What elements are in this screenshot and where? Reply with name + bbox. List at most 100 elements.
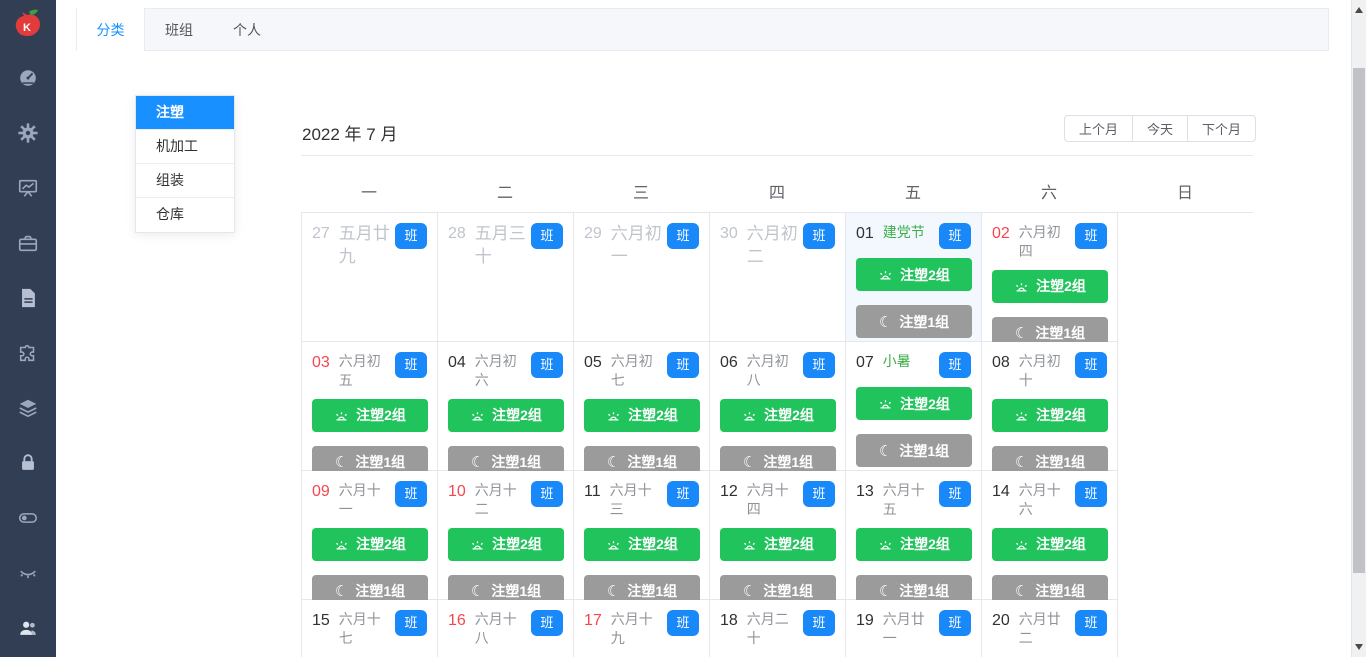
- shift-badge[interactable]: 班: [939, 610, 971, 636]
- day-shift-button[interactable]: 注塑2组: [312, 527, 428, 561]
- eye-closed-icon[interactable]: [16, 561, 40, 585]
- shift-badge[interactable]: 班: [667, 481, 699, 507]
- shift-badge[interactable]: 班: [667, 223, 699, 249]
- category-item-assembly[interactable]: 组装: [136, 164, 234, 198]
- shift-badge[interactable]: 班: [803, 352, 835, 378]
- day-shift-button[interactable]: 注塑2组: [992, 398, 1108, 432]
- shift-badge[interactable]: 班: [531, 610, 563, 636]
- prev-month-button[interactable]: 上个月: [1064, 115, 1134, 142]
- day-number: 20: [992, 612, 1010, 629]
- toggle-icon[interactable]: [16, 506, 40, 530]
- settings-gear-icon[interactable]: [16, 121, 40, 145]
- night-shift-button[interactable]: ☾ 注塑1组: [856, 305, 972, 338]
- shift-badge[interactable]: 班: [667, 352, 699, 378]
- day-shift-button[interactable]: 注塑2组: [856, 527, 972, 561]
- monitor-chart-icon[interactable]: [16, 176, 40, 200]
- day-shift-button[interactable]: 注塑2组: [584, 527, 700, 561]
- day-shift-button[interactable]: 注塑2组: [584, 398, 700, 432]
- shift-badge[interactable]: 班: [803, 481, 835, 507]
- scroll-down-arrow-icon[interactable]: [1355, 644, 1363, 650]
- calendar-day-cell[interactable]: 17 六月十九 班 注塑2组 ☾ 注塑1组: [574, 600, 710, 657]
- logo-flower-icon: K: [15, 9, 40, 36]
- calendar-day-cell[interactable]: 19 六月廿一 班 注塑2组 ☾ 注塑1组: [846, 600, 982, 657]
- shift-badge[interactable]: 班: [667, 610, 699, 636]
- category-item-machining[interactable]: 机加工: [136, 130, 234, 164]
- calendar-day-cell[interactable]: 09 六月十一 班 注塑2组 ☾ 注塑1组: [302, 471, 438, 608]
- calendar-day-cell[interactable]: 14 六月十六 班 注塑2组 ☾ 注塑1组: [982, 471, 1118, 608]
- calendar-day-cell[interactable]: 01 建党节 班 注塑2组 ☾ 注塑1组: [846, 213, 982, 342]
- day-shift-button[interactable]: 注塑2组: [720, 398, 836, 432]
- calendar-day-cell[interactable]: 20 六月廿二 班 注塑2组 ☾ 注塑1组: [982, 600, 1118, 657]
- team-users-icon[interactable]: [16, 616, 40, 640]
- shift-badge[interactable]: 班: [939, 352, 971, 378]
- app-logo[interactable]: K: [11, 6, 45, 46]
- day-shift-button[interactable]: 注塑2组: [992, 269, 1108, 303]
- calendar-day-cell[interactable]: 11 六月十三 班 注塑2组 ☾ 注塑1组: [574, 471, 710, 608]
- day-shift-button[interactable]: 注塑2组: [856, 387, 972, 420]
- shift-badge[interactable]: 班: [1075, 481, 1107, 507]
- shift-badge[interactable]: 班: [531, 223, 563, 249]
- day-lunar-label: 六月初五: [338, 353, 381, 388]
- calendar-day-cell[interactable]: 29 六月初一 班: [574, 213, 710, 342]
- document-icon[interactable]: [16, 286, 40, 310]
- calendar-day-cell[interactable]: 16 六月十八 班 注塑2组 ☾ 注塑1组: [438, 600, 574, 657]
- shift-badge[interactable]: 班: [1075, 352, 1107, 378]
- shift-badge[interactable]: 班: [395, 481, 427, 507]
- shift-badge[interactable]: 班: [1075, 610, 1107, 636]
- shift-badge[interactable]: 班: [531, 481, 563, 507]
- calendar-day-cell[interactable]: 28 五月三十 班: [438, 213, 574, 342]
- day-shift-button[interactable]: 注塑2组: [856, 258, 972, 291]
- calendar-nav: 上个月 今天 下个月: [1064, 115, 1257, 142]
- shift-badge[interactable]: 班: [803, 223, 835, 249]
- scrollbar-thumb[interactable]: [1353, 68, 1365, 573]
- shift-badge[interactable]: 班: [395, 352, 427, 378]
- night-shift-button[interactable]: ☾ 注塑1组: [856, 434, 972, 467]
- day-number: 29: [584, 225, 602, 242]
- calendar-day-cell[interactable]: 04 六月初六 班 注塑2组 ☾ 注塑1组: [438, 342, 574, 479]
- day-lunar-label: 六月十九: [610, 611, 653, 646]
- shift-badge[interactable]: 班: [1075, 223, 1107, 249]
- tab-team[interactable]: 班组: [145, 9, 213, 50]
- day-shift-button[interactable]: 注塑2组: [992, 527, 1108, 561]
- next-month-button[interactable]: 下个月: [1187, 115, 1257, 142]
- calendar-day-cell[interactable]: 12 六月十四 班 注塑2组 ☾ 注塑1组: [710, 471, 846, 608]
- shift-badge[interactable]: 班: [531, 352, 563, 378]
- calendar-day-cell[interactable]: 03 六月初五 班 注塑2组 ☾ 注塑1组: [302, 342, 438, 479]
- category-item-injection[interactable]: 注塑: [136, 96, 234, 130]
- calendar-day-cell[interactable]: 18 六月二十 班 注塑2组 ☾ 注塑1组: [710, 600, 846, 657]
- day-cell-header: 12 六月十四 班: [720, 481, 835, 519]
- day-shift-button[interactable]: 注塑2组: [312, 398, 428, 432]
- calendar-day-cell[interactable]: 15 六月十七 班 注塑2组 ☾ 注塑1组: [302, 600, 438, 657]
- puzzle-icon[interactable]: [16, 341, 40, 365]
- day-shift-button[interactable]: 注塑2组: [448, 398, 564, 432]
- scroll-up-arrow-icon[interactable]: [1355, 7, 1363, 13]
- tab-personal[interactable]: 个人: [213, 9, 281, 50]
- calendar-day-cell[interactable]: 02 六月初四 班 注塑2组 ☾ 注塑1组: [982, 213, 1118, 350]
- calendar-day-cell[interactable]: 07 小暑 班 注塑2组 ☾ 注塑1组: [846, 342, 982, 471]
- category-item-warehouse[interactable]: 仓库: [136, 198, 234, 232]
- day-number: 01: [856, 225, 874, 242]
- calendar-day-cell[interactable]: 06 六月初八 班 注塑2组 ☾ 注塑1组: [710, 342, 846, 479]
- day-shift-label: 注塑2组: [900, 266, 950, 283]
- calendar-day-cell[interactable]: 05 六月初七 班 注塑2组 ☾ 注塑1组: [574, 342, 710, 479]
- shift-badge[interactable]: 班: [939, 223, 971, 249]
- lock-icon[interactable]: [16, 451, 40, 475]
- day-shift-button[interactable]: 注塑2组: [448, 527, 564, 561]
- calendar-day-cell[interactable]: 30 六月初二 班: [710, 213, 846, 342]
- tab-category[interactable]: 分类: [77, 8, 145, 51]
- weekday-label: 二: [496, 185, 513, 202]
- calendar-day-cell[interactable]: 27 五月廿九 班: [302, 213, 438, 342]
- calendar-day-cell[interactable]: 13 六月十五 班 注塑2组 ☾ 注塑1组: [846, 471, 982, 608]
- briefcase-icon[interactable]: [16, 231, 40, 255]
- shift-badge[interactable]: 班: [395, 610, 427, 636]
- calendar-day-cell[interactable]: 10 六月十二 班 注塑2组 ☾ 注塑1组: [438, 471, 574, 608]
- vertical-scrollbar[interactable]: [1351, 0, 1366, 657]
- layers-icon[interactable]: [16, 396, 40, 420]
- dashboard-icon[interactable]: [16, 66, 40, 90]
- shift-badge[interactable]: 班: [939, 481, 971, 507]
- shift-badge[interactable]: 班: [803, 610, 835, 636]
- shift-badge[interactable]: 班: [395, 223, 427, 249]
- calendar-day-cell[interactable]: 08 六月初十 班 注塑2组 ☾ 注塑1组: [982, 342, 1118, 479]
- today-button[interactable]: 今天: [1132, 115, 1189, 142]
- day-shift-button[interactable]: 注塑2组: [720, 527, 836, 561]
